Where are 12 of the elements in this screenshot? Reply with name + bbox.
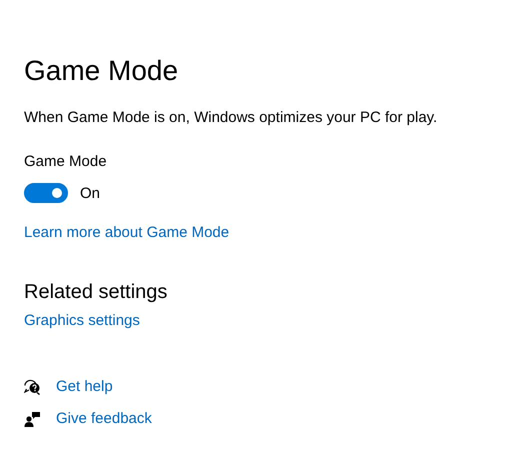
related-link[interactable]: Graphics settings [24,311,140,331]
help-link[interactable]: Give feedback [56,409,152,429]
description: When Game Mode is on, Windows optimizes your PC for play. [24,108,438,128]
setting-label: Game Mode [24,152,107,172]
help-icon [24,379,41,395]
feedback-icon [24,411,41,427]
page-title: Game Mode [24,54,178,88]
toggle-state: On [80,184,100,202]
learn-more-link[interactable]: Learn more about Game Mode [24,223,230,243]
help-link[interactable]: Get help [56,377,113,397]
section-heading: Related settings [24,280,168,305]
toggle-switch[interactable] [24,183,68,203]
